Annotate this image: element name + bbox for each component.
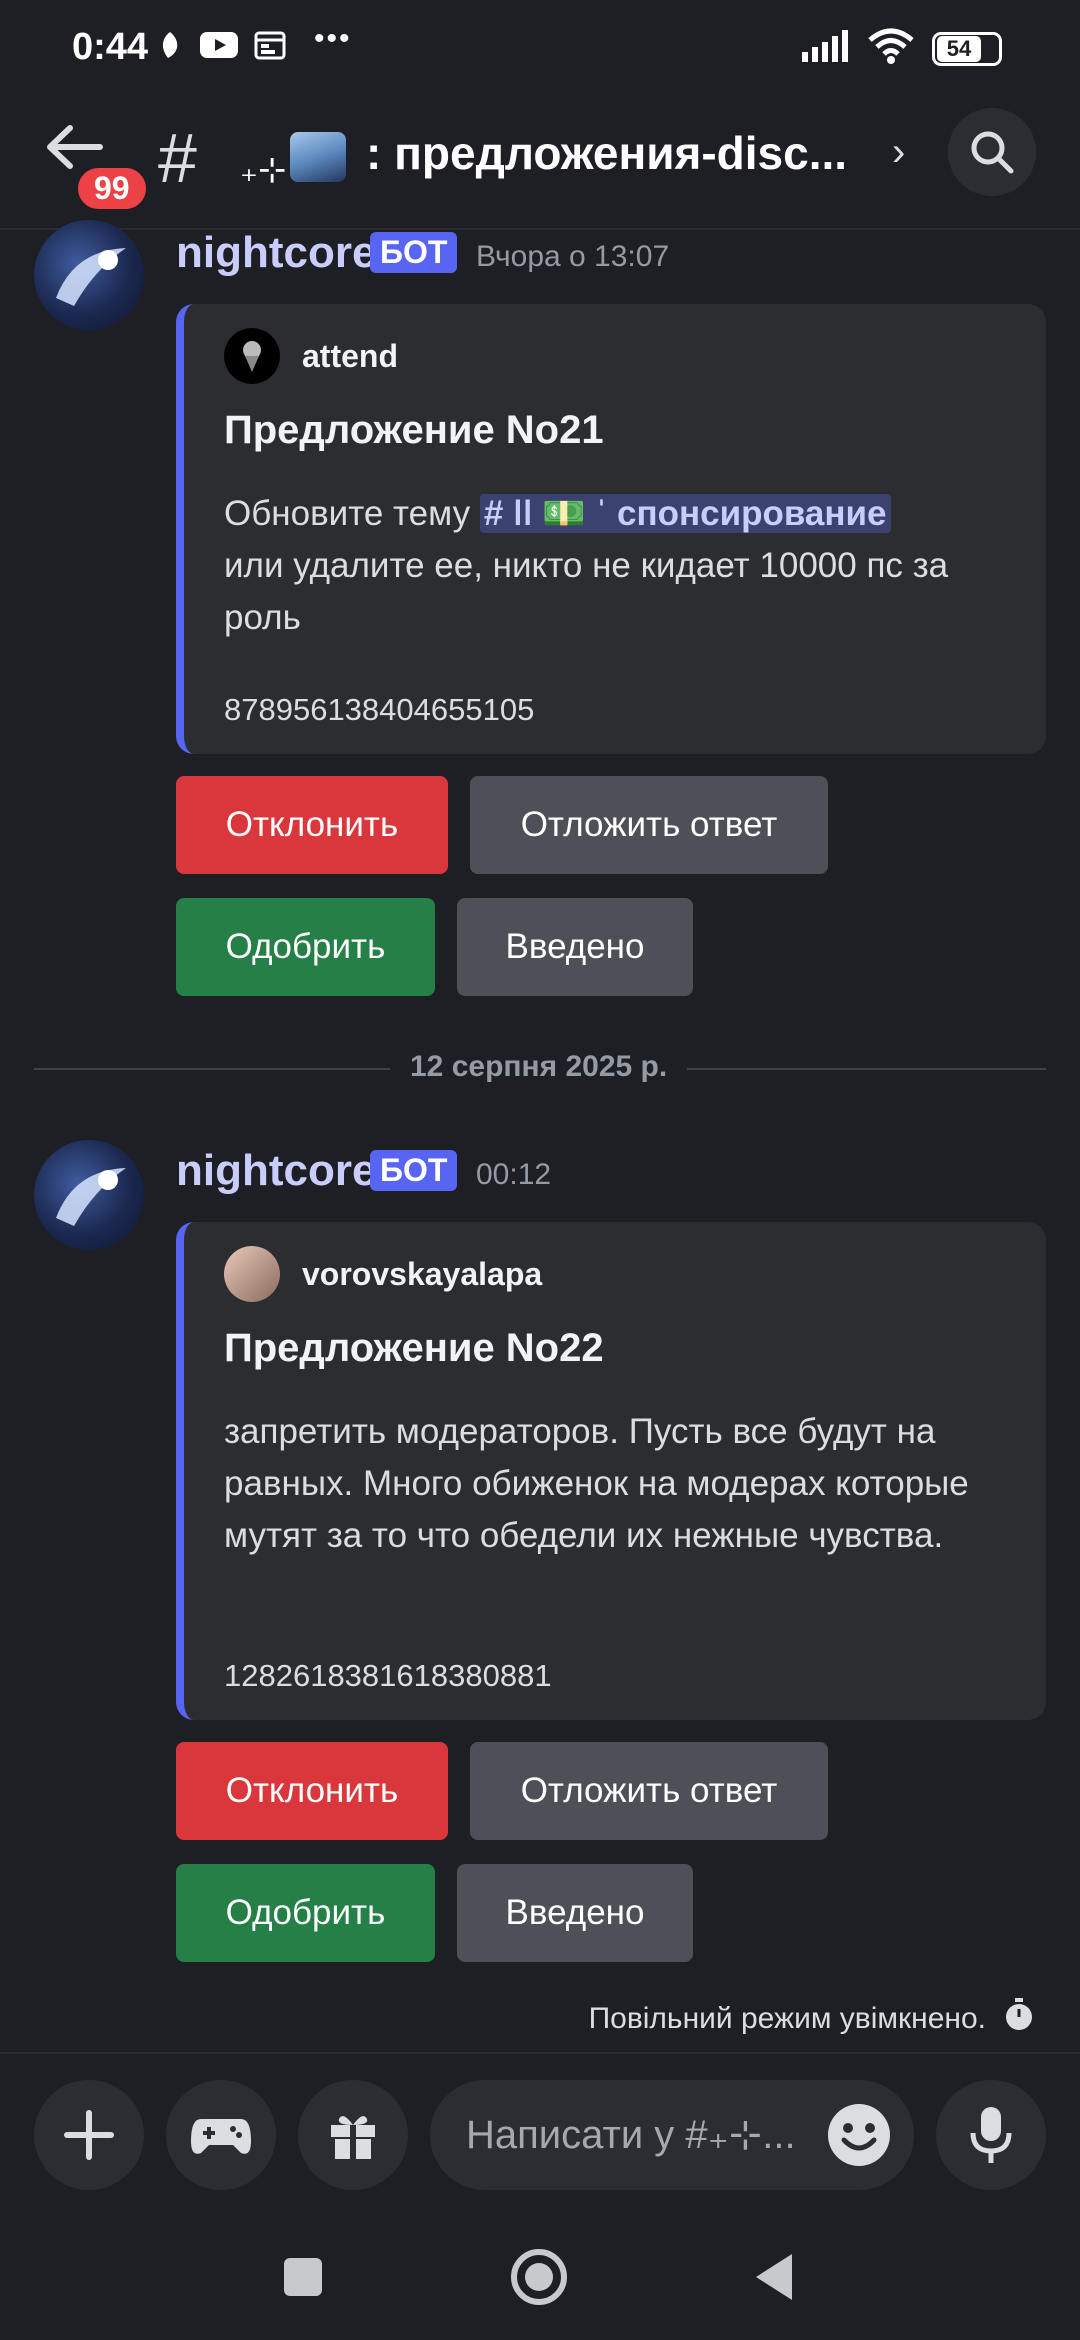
gamepad-icon [191, 2119, 251, 2154]
status-time: 0:44 [72, 26, 149, 68]
unread-badge: 99 [74, 164, 150, 213]
avatar[interactable] [34, 1140, 144, 1250]
postpone-button[interactable]: Отложить ответ [470, 1742, 828, 1840]
activities-button[interactable] [166, 2080, 276, 2190]
postpone-button[interactable]: Отложить ответ [470, 776, 828, 874]
gift-button[interactable] [298, 2080, 408, 2190]
recents-button[interactable] [282, 2256, 324, 2303]
embed: attend Предложение No21 Обновите тему # … [176, 304, 1046, 754]
reject-button[interactable]: Отклонить [176, 1742, 448, 1840]
channel-sparkle: ₊⊹ [240, 151, 287, 189]
embed: vorovskayalapa Предложение No22 запретит… [176, 1222, 1046, 1720]
timestamp: 00:12 [476, 1158, 552, 1191]
slowmode-notice: Повільний режим увімкнено. [589, 1998, 1034, 2040]
chevron-right-icon[interactable]: › [892, 130, 905, 175]
username[interactable]: nightcore [176, 228, 376, 278]
embed-description: запретить модераторов. Пусть все будут н… [224, 1412, 969, 1555]
home-button[interactable] [510, 2248, 568, 2311]
reject-button[interactable]: Отклонить [176, 776, 448, 874]
implemented-button[interactable]: Введено [457, 898, 693, 996]
slowmode-label: Повільний режим увімкнено. [588, 2002, 986, 2035]
search-button[interactable] [948, 108, 1036, 196]
approve-button[interactable]: Одобрить [176, 898, 435, 996]
channel-emoji-icon [290, 132, 346, 182]
message-input[interactable]: Написати у #₊⊹... [430, 2080, 914, 2190]
author-avatar [224, 328, 280, 384]
channel-header: 99 # ₊⊹ : предложения-disc... › [0, 100, 1080, 230]
bot-tag: БОТ [370, 232, 458, 273]
description-prefix: Обновите тему [224, 494, 471, 533]
date-divider: 12 серпня 2025 р. [390, 1050, 688, 1084]
username[interactable]: nightcore [176, 1146, 376, 1196]
home-circle-icon [511, 2249, 567, 2305]
approve-button[interactable]: Одобрить [176, 1864, 435, 1962]
channel-name[interactable]: : предложения-disc... [366, 126, 876, 180]
microphone-icon [970, 2107, 1012, 2163]
author-name: vorovskayalapa [302, 1255, 543, 1292]
timestamp: Вчора о 13:07 [476, 240, 670, 273]
embed-title: Предложение No22 [224, 1326, 604, 1370]
channel-hash-icon: # [158, 119, 197, 197]
embed-footer: 1282618381618380881 [224, 1658, 552, 1693]
voice-message-button[interactable] [936, 2080, 1046, 2190]
implemented-button[interactable]: Введено [457, 1864, 693, 1962]
square-icon [284, 2258, 322, 2296]
stopwatch-icon [1004, 1998, 1034, 2040]
smiley-icon [828, 2104, 890, 2166]
battery-level: 54 [937, 35, 981, 62]
add-attachment-button[interactable] [34, 2080, 144, 2190]
emoji-button[interactable] [824, 2100, 894, 2170]
message-composer: Написати у #₊⊹... [0, 2052, 1080, 2212]
description-suffix: или удалите ее, никто не кидает 10000 пс… [224, 546, 949, 637]
signal-icon [802, 30, 850, 67]
youtube-icon [200, 30, 238, 65]
battery-icon: 54 [932, 31, 1002, 66]
embed-footer: 878956138404655105 [224, 692, 535, 727]
bot-tag: БОТ [370, 1150, 458, 1191]
channel-mention[interactable]: # ǀǀ 💵 ˈ спонсирование [479, 494, 891, 533]
author-avatar [224, 1246, 280, 1302]
embed-description: Обновите тему # ǀǀ 💵 ˈ спонсирование или… [224, 488, 1014, 644]
author-name: attend [302, 337, 398, 374]
notification-icon [158, 30, 182, 65]
embed-title: Предложение No21 [224, 408, 604, 452]
system-navbar [0, 2212, 1080, 2340]
triangle-back-icon [756, 2254, 792, 2300]
embed-author[interactable]: attend [224, 328, 398, 384]
embed-author[interactable]: vorovskayalapa [224, 1246, 542, 1302]
more-notifications-icon: ••• [314, 22, 352, 55]
search-icon [971, 131, 1014, 174]
plus-icon [64, 2110, 114, 2160]
status-bar: 0:44 ••• 54 [0, 0, 1080, 100]
gift-icon [331, 2116, 375, 2159]
wifi-icon [868, 28, 914, 69]
calendar-icon [254, 30, 286, 65]
system-back-button[interactable] [752, 2252, 796, 2307]
message-input-placeholder: Написати у #₊⊹... [466, 2113, 796, 2157]
avatar[interactable] [34, 220, 144, 330]
